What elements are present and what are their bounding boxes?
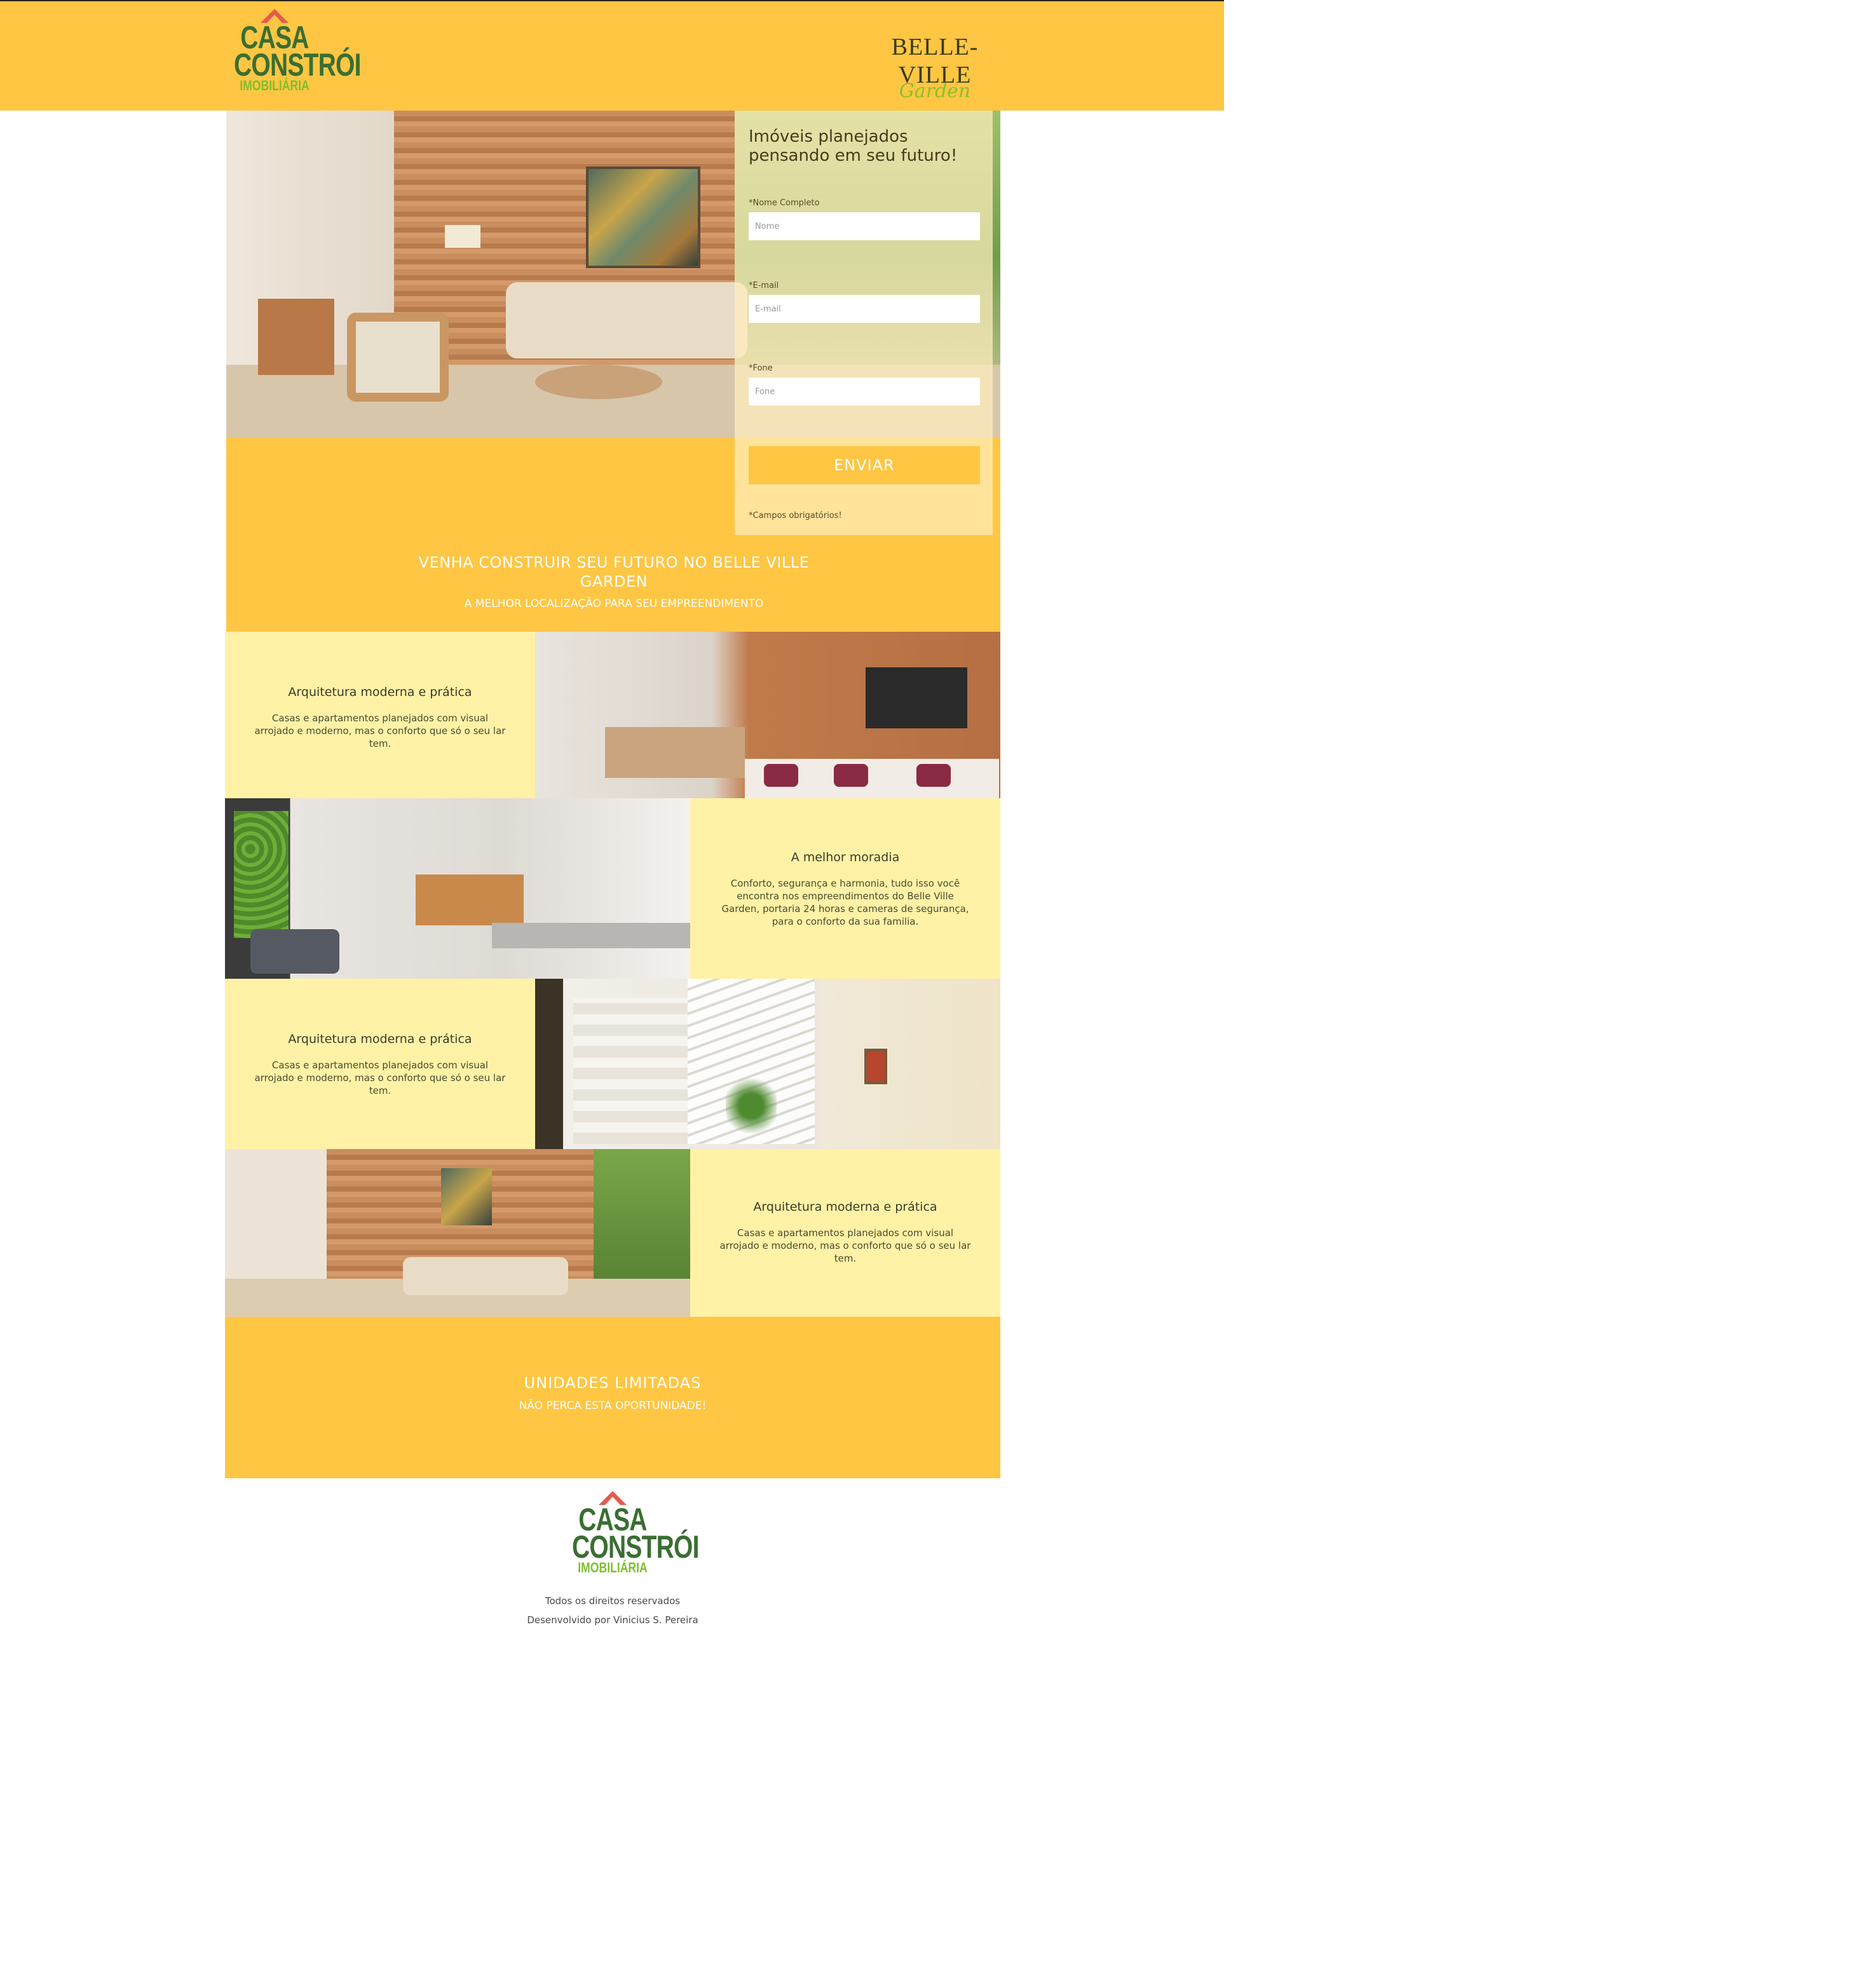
feature-row-1: Arquitetura moderna e prática Casas e ap…: [225, 632, 1000, 798]
logo-line-3: IMOBILIÁRIA: [578, 1560, 648, 1576]
kitchen-counter: [492, 923, 690, 948]
intro-subtitle: A MELHOR LOCALIZAÇÃO PARA SEU EMPREENDIM…: [464, 597, 764, 610]
phone-input[interactable]: [749, 378, 980, 405]
site-header: CASA CONSTRÓI IMOBILIÁRIA BELLE-VILLE Ga…: [0, 0, 1224, 111]
feature-row-3: Arquitetura moderna e prática Casas e ap…: [225, 979, 1000, 1149]
feature-row-4: Arquitetura moderna e prática Casas e ap…: [225, 1149, 1000, 1317]
stone-wall: [573, 998, 688, 1144]
contact-form: Imóveis planejados pensando em seu futur…: [735, 111, 993, 535]
feature-title: Arquitetura moderna e prática: [288, 685, 472, 699]
feature-image-staircase: [535, 979, 1000, 1149]
lounge-painting: [441, 1168, 492, 1225]
dining-table: [605, 727, 745, 778]
submit-button[interactable]: ENVIAR: [749, 446, 980, 484]
green-wall: [234, 811, 289, 938]
feature-text-box: Arquitetura moderna e prática Casas e ap…: [225, 632, 535, 798]
feature-text-box: Arquitetura moderna e prática Casas e ap…: [225, 979, 535, 1149]
feature-title: A melhor moradia: [791, 850, 900, 864]
logo-line-3: IMOBILIÁRIA: [240, 78, 310, 93]
wall-frame: [864, 1049, 887, 1084]
logo-line-2: CONSTRÓI: [572, 1529, 699, 1565]
pillow: [834, 764, 868, 787]
email-input[interactable]: [749, 295, 980, 323]
tv-panel: [866, 667, 967, 728]
hero-sofa: [506, 282, 747, 358]
feature-title: Arquitetura moderna e prática: [288, 1032, 472, 1046]
email-label: *E-mail: [749, 281, 779, 290]
intro-title: VENHA CONSTRUIR SEU FUTURO NO BELLE VILL…: [418, 554, 810, 590]
required-note: *Campos obrigatórios!: [749, 511, 842, 521]
feature-description: Casas e apartamentos planejados com visu…: [719, 1227, 971, 1264]
feature-description: Casas e apartamentos planejados com visu…: [254, 1059, 506, 1096]
logo-line-2: CONSTRÓI: [234, 47, 361, 83]
developer-credit: Desenvolvido por Vinicius S. Pereira: [527, 1614, 698, 1626]
kitchen-shelf: [416, 875, 524, 925]
feature-title: Arquitetura moderna e prática: [753, 1200, 937, 1214]
feature-description: Conforto, segurança e harmonia, tudo iss…: [721, 878, 969, 927]
hero-lamp: [445, 225, 480, 248]
belle-ville-garden-logo: BELLE-VILLE Garden: [868, 33, 1002, 102]
casa-constroi-logo[interactable]: CASA CONSTRÓI IMOBILIÁRIA: [222, 9, 361, 93]
garden-script: Garden: [899, 80, 971, 102]
pillow: [764, 764, 798, 787]
name-input[interactable]: [749, 212, 980, 240]
form-title: Imóveis planejados pensando em seu futur…: [749, 127, 958, 165]
footer-logo[interactable]: CASA CONSTRÓI IMOBILIÁRIA: [561, 1491, 699, 1576]
cta-title: UNIDADES LIMITADAS: [524, 1374, 702, 1392]
feature-text-box: Arquitetura moderna e prática Casas e ap…: [690, 1149, 1000, 1317]
feature-image-kitchen: [225, 798, 690, 979]
grey-sofa: [250, 929, 339, 974]
feature-row-2: A melhor moradia Conforto, segurança e h…: [225, 798, 1000, 979]
pillow: [916, 764, 951, 787]
cta-band: UNIDADES LIMITADAS NÃO PERCA ESTA OPORTU…: [225, 1317, 1000, 1478]
feature-image-lounge: [225, 1149, 690, 1317]
cta-subtitle: NÃO PERCA ESTA OPORTUNIDADE!: [519, 1399, 707, 1412]
hero-armchair: [347, 313, 449, 402]
feature-description: Casas e apartamentos planejados com visu…: [254, 712, 506, 749]
phone-label: *Fone: [749, 364, 773, 373]
feature-text-box: A melhor moradia Conforto, segurança e h…: [690, 798, 1000, 979]
name-label: *Nome Completo: [749, 198, 820, 208]
lounge-sofa: [403, 1257, 568, 1295]
hero-coffee-table: [535, 365, 662, 399]
copyright-text: Todos os direitos reservados: [545, 1595, 681, 1607]
feature-image-living-room: [535, 632, 1000, 798]
hero-painting: [586, 167, 700, 268]
hero-cabinet: [258, 299, 334, 375]
plant: [726, 1074, 777, 1138]
